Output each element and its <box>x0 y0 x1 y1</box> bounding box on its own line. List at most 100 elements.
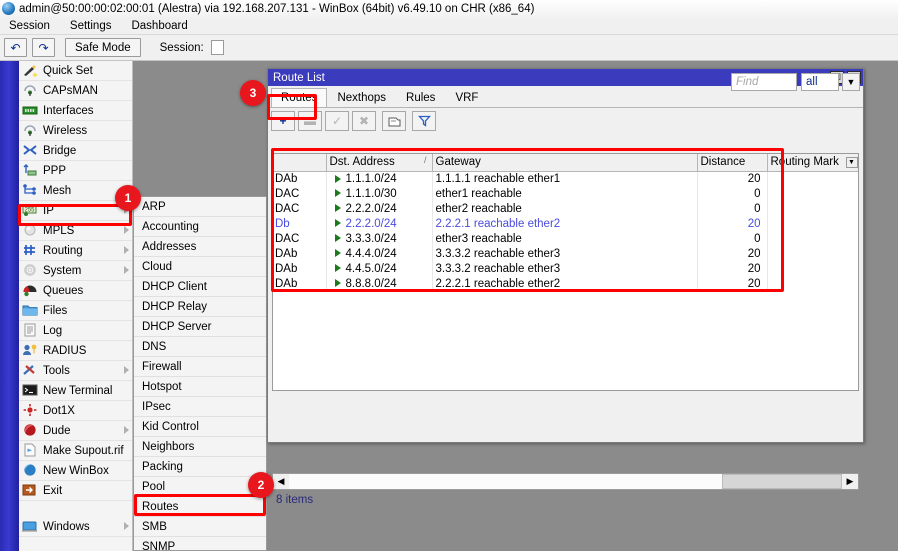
route-list-toolbar: + ▬ ✓ ✖ Find all ▼ <box>268 108 863 134</box>
sidebar-item-exit[interactable]: Exit <box>19 481 132 501</box>
submenu-item-packing[interactable]: Packing <box>134 457 266 477</box>
menu-session[interactable]: Session <box>6 19 53 33</box>
cross-disable-icon[interactable]: ✖ <box>352 111 376 131</box>
routes-table-container[interactable]: Dst. Address / Gateway Distance Routing … <box>272 153 859 391</box>
sidebar-item-make-supout[interactable]: Make Supout.rif <box>19 441 132 461</box>
column-header-flags[interactable] <box>273 154 326 171</box>
comment-icon[interactable] <box>382 111 406 131</box>
scrollbar-track[interactable] <box>289 474 722 489</box>
submenu-item-kid-control[interactable]: Kid Control <box>134 417 266 437</box>
sidebar-item-ip[interactable]: 255 IP <box>19 201 132 221</box>
column-header-routing-mark[interactable]: Routing Mark ▼ <box>767 154 859 171</box>
sidebar-item-dude[interactable]: Dude <box>19 421 132 441</box>
tab-routes[interactable]: Routes <box>271 88 327 107</box>
sidebar-item-new-winbox[interactable]: New WinBox <box>19 461 132 481</box>
redo-arrow-icon[interactable]: ↷ <box>32 38 55 57</box>
submenu-item-dhcp-client[interactable]: DHCP Client <box>134 277 266 297</box>
sidebar-item-label: Exit <box>43 485 62 497</box>
tab-nexthops[interactable]: Nexthops <box>327 88 396 107</box>
table-row[interactable]: DAb 4.4.4.0/24 3.3.3.2 reachable ether3 … <box>273 246 859 261</box>
tab-rules[interactable]: Rules <box>396 88 445 107</box>
chevron-down-icon[interactable]: ▼ <box>846 157 858 168</box>
table-row[interactable]: DAC 2.2.2.0/24 ether2 reachable 0 <box>273 201 859 216</box>
sidebar-item-log[interactable]: Log <box>19 321 132 341</box>
sidebar-item-queues[interactable]: Queues <box>19 281 132 301</box>
column-header-dst-address[interactable]: Dst. Address / <box>326 154 432 171</box>
column-header-gateway[interactable]: Gateway <box>432 154 697 171</box>
cell-gateway: ether1 reachable <box>432 186 697 201</box>
submenu-item-dhcp-relay[interactable]: DHCP Relay <box>134 297 266 317</box>
table-row[interactable]: DAb 1.1.1.0/24 1.1.1.1 reachable ether1 … <box>273 171 859 186</box>
table-header-row: Dst. Address / Gateway Distance Routing … <box>273 154 859 171</box>
sidebar-item-capsman[interactable]: CAPsMAN <box>19 81 132 101</box>
submenu-item-neighbors[interactable]: Neighbors <box>134 437 266 457</box>
sidebar-item-dot1x[interactable]: Dot1X <box>19 401 132 421</box>
sidebar-item-tools[interactable]: Tools <box>19 361 132 381</box>
minus-remove-icon[interactable]: ▬ <box>298 111 322 131</box>
sidebar-item-label: Make Supout.rif <box>43 445 124 457</box>
sidebar-item-files[interactable]: Files <box>19 301 132 321</box>
sidebar-item-system[interactable]: System <box>19 261 132 281</box>
sidebar-item-quick-set[interactable]: Quick Set <box>19 61 132 81</box>
sidebar-item-interfaces[interactable]: Interfaces <box>19 101 132 121</box>
submenu-item-firewall[interactable]: Firewall <box>134 357 266 377</box>
plus-add-icon[interactable]: + <box>271 111 295 131</box>
table-row[interactable]: DAb 8.8.8.0/24 2.2.2.1 reachable ether2 … <box>273 276 859 291</box>
tab-vrf[interactable]: VRF <box>445 88 488 107</box>
cell-routing-mark <box>767 276 859 291</box>
safe-mode-button[interactable]: Safe Mode <box>65 38 141 57</box>
window-title: admin@50:00:00:02:00:01 (Alestra) via 19… <box>19 3 534 15</box>
undo-arrow-icon[interactable]: ↶ <box>4 38 27 57</box>
sidebar-item-wireless[interactable]: Wireless <box>19 121 132 141</box>
check-enable-icon[interactable]: ✓ <box>325 111 349 131</box>
table-row[interactable]: DAC 1.1.1.0/30 ether1 reachable 0 <box>273 186 859 201</box>
arrow-left-icon[interactable]: ◀ <box>273 474 289 489</box>
table-row[interactable]: DAb 4.4.5.0/24 3.3.3.2 reachable ether3 … <box>273 261 859 276</box>
funnel-filter-icon[interactable] <box>412 111 436 131</box>
submenu-item-ipsec[interactable]: IPsec <box>134 397 266 417</box>
menu-dashboard[interactable]: Dashboard <box>128 19 190 33</box>
sidebar-item-routing[interactable]: Routing <box>19 241 132 261</box>
submenu-item-arp[interactable]: ARP <box>134 197 266 217</box>
sidebar-item-label: Files <box>43 305 67 317</box>
cell-dst-text: 8.8.8.0/24 <box>346 278 397 290</box>
submenu-item-smb[interactable]: SMB <box>134 517 266 537</box>
submenu-item-accounting[interactable]: Accounting <box>134 217 266 237</box>
sidebar-item-ppp[interactable]: PPP <box>19 161 132 181</box>
window-titlebar: admin@50:00:00:02:00:01 (Alestra) via 19… <box>0 0 898 17</box>
submenu-item-snmp[interactable]: SNMP <box>134 537 266 551</box>
submenu-item-dns[interactable]: DNS <box>134 337 266 357</box>
cell-dst-address: 4.4.4.0/24 <box>326 246 432 261</box>
submenu-item-dhcp-server[interactable]: DHCP Server <box>134 317 266 337</box>
scope-select[interactable]: all <box>801 73 839 91</box>
submenu-item-label: SMB <box>142 521 167 533</box>
horizontal-scrollbar[interactable]: ◀ ▶ <box>272 473 859 490</box>
sidebar-item-windows[interactable]: Windows <box>19 517 132 537</box>
sidebar-spacer <box>19 501 132 517</box>
annotation-badge-2: 2 <box>248 472 274 498</box>
cell-flags: DAb <box>273 276 326 291</box>
cell-dst-text: 1.1.1.0/30 <box>346 188 397 200</box>
sidebar-item-label: Routing <box>43 245 83 257</box>
submenu-item-addresses[interactable]: Addresses <box>134 237 266 257</box>
arrow-right-icon[interactable]: ▶ <box>842 474 858 489</box>
cell-routing-mark <box>767 231 859 246</box>
scrollbar-thumb[interactable] <box>722 474 842 489</box>
route-arrow-icon <box>335 175 341 183</box>
chevron-down-icon[interactable]: ▼ <box>842 73 860 91</box>
submenu-item-pool[interactable]: Pool <box>134 477 266 497</box>
sidebar-item-new-terminal[interactable]: New Terminal <box>19 381 132 401</box>
submenu-item-cloud[interactable]: Cloud <box>134 257 266 277</box>
sidebar-item-bridge[interactable]: Bridge <box>19 141 132 161</box>
search-input[interactable]: Find <box>731 73 797 91</box>
folder-icon <box>22 303 39 318</box>
submenu-item-hotspot[interactable]: Hotspot <box>134 377 266 397</box>
menu-settings[interactable]: Settings <box>67 19 115 33</box>
session-input[interactable] <box>211 40 224 55</box>
sidebar-item-radius[interactable]: RADIUS <box>19 341 132 361</box>
column-header-distance[interactable]: Distance <box>697 154 767 171</box>
sidebar-item-mpls[interactable]: MPLS <box>19 221 132 241</box>
submenu-item-routes[interactable]: Routes <box>134 497 266 517</box>
table-row[interactable]: DAC 3.3.3.0/24 ether3 reachable 0 <box>273 231 859 246</box>
table-row[interactable]: Db 2.2.2.0/24 2.2.2.1 reachable ether2 2… <box>273 216 859 231</box>
